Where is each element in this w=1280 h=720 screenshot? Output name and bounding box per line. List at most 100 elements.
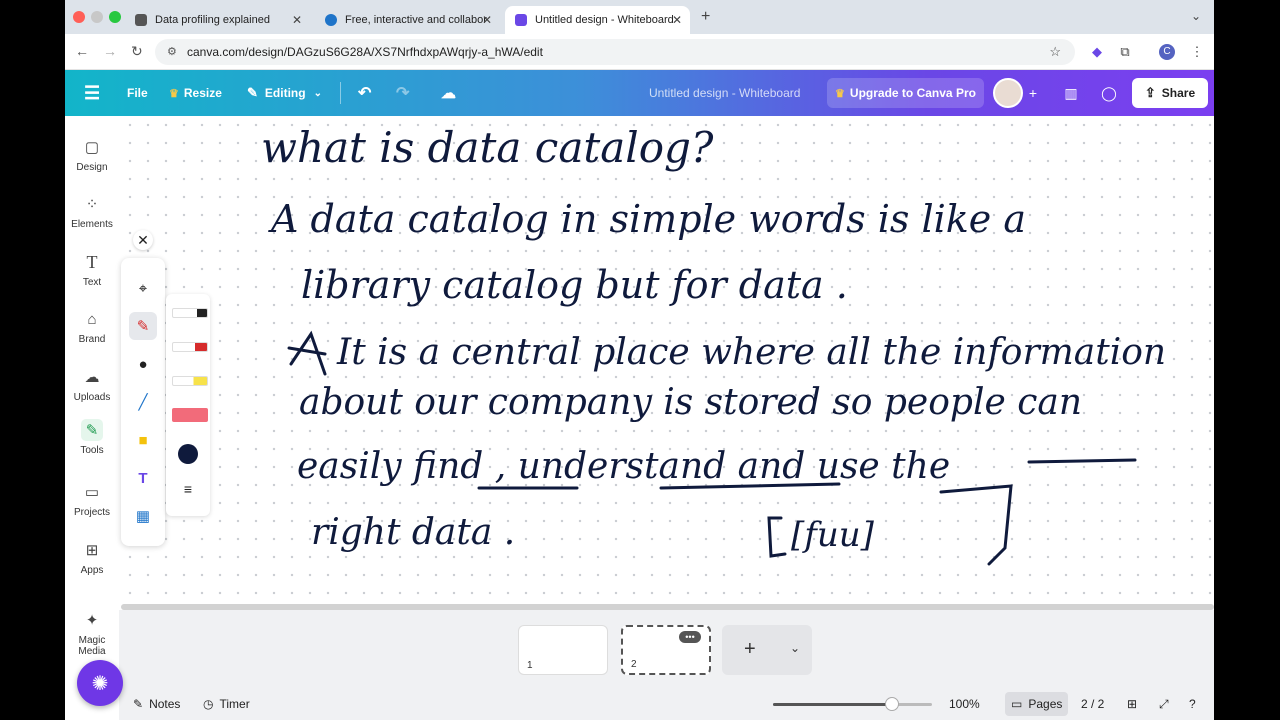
site-info-icon[interactable]: ⚙ <box>167 39 177 65</box>
grid-view-icon[interactable]: ⊞ <box>1127 697 1137 711</box>
close-window-button[interactable] <box>73 11 85 23</box>
zoom-level[interactable]: 100% <box>949 697 980 711</box>
text-tool-icon[interactable]: T <box>129 464 157 492</box>
elements-icon: ⁘ <box>85 196 99 213</box>
tab-untitled-design[interactable]: Untitled design - Whiteboard ✕ <box>505 6 690 34</box>
timer-button[interactable]: ◷ Timer <box>203 697 250 711</box>
insights-chart-icon[interactable]: ▥ <box>1057 80 1085 106</box>
minimize-window-button[interactable] <box>91 11 103 23</box>
extensions-puzzle-icon[interactable]: ⧉ <box>1117 44 1133 60</box>
underline-use <box>1027 458 1137 464</box>
comment-icon[interactable]: ◯ <box>1095 80 1123 106</box>
sidebar-item-elements[interactable]: ⁘ Elements <box>65 193 119 230</box>
tab-list-chevron-icon[interactable]: ⌄ <box>1191 9 1201 23</box>
tab-close-icon[interactable]: ✕ <box>672 13 682 27</box>
pen-tool-icon[interactable]: ✎ <box>129 312 157 340</box>
file-menu[interactable]: File <box>127 70 148 116</box>
sidebar-item-apps[interactable]: ⊞ Apps <box>65 539 119 576</box>
highlighter-swatch[interactable] <box>172 376 208 386</box>
left-letterbox <box>0 0 65 720</box>
extension-icon[interactable]: ◆ <box>1089 44 1105 60</box>
pen-swatch[interactable] <box>172 308 208 318</box>
select-arrow-icon[interactable]: ⌖ <box>129 274 157 302</box>
chevron-down-icon: ⌄ <box>313 87 322 99</box>
right-letterbox <box>1214 0 1280 720</box>
whiteboard-canvas[interactable]: what is data catalog? A data catalog in … <box>121 116 1214 608</box>
add-collaborator-icon[interactable]: + <box>1019 80 1047 106</box>
line-tool-icon[interactable]: ╱ <box>129 388 157 416</box>
stroke-weight-icon[interactable]: ≡ <box>178 482 198 496</box>
star-mark <box>287 330 327 376</box>
page-count: 2 / 2 <box>1081 697 1105 711</box>
shapes-icon[interactable]: ● <box>129 350 157 378</box>
back-arrow-icon[interactable]: ← <box>75 43 89 59</box>
page-thumbnail[interactable]: 1 <box>518 625 608 675</box>
plus-icon: + <box>744 638 756 660</box>
sidebar-item-label: Design <box>76 162 108 173</box>
profile-avatar[interactable]: C <box>1159 44 1175 60</box>
pen-options-panel: ≡ <box>166 294 210 516</box>
pages-icon: ▭ <box>1011 697 1023 711</box>
tab-data-profiling[interactable]: Data profiling explained ✕ <box>125 6 310 34</box>
sidebar-item-uploads[interactable]: ☁ Uploads <box>65 366 119 403</box>
new-tab-button[interactable]: + <box>701 8 710 26</box>
share-label: Share <box>1161 86 1196 100</box>
forward-arrow-icon[interactable]: → <box>103 43 117 59</box>
tab-title: Data profiling explained <box>155 14 270 26</box>
url-field[interactable]: ⚙ canva.com/design/DAGzuS6G28A/XS7Nrfhdx… <box>155 39 1075 65</box>
upgrade-button[interactable]: ♛ Upgrade to Canva Pro <box>827 78 984 108</box>
sidebar-item-brand[interactable]: ⌂ Brand <box>65 308 119 346</box>
page-thumbnail-selected[interactable]: 2 ••• <box>621 625 711 675</box>
sidebar-item-magic-media[interactable]: ✦ Magic Media <box>65 609 119 657</box>
sidebar-item-text[interactable]: T Text <box>65 251 119 289</box>
draw-toolbar: ⌖ ✎ ● ╱ ■ T ▦ <box>121 258 165 546</box>
magic-assistant-button[interactable]: ✺ <box>77 660 123 706</box>
zoom-slider-handle[interactable] <box>885 697 900 711</box>
tab-close-icon[interactable]: ✕ <box>482 13 492 27</box>
share-button[interactable]: ⇪ Share <box>1132 78 1208 108</box>
table-tool-icon[interactable]: ▦ <box>129 502 157 530</box>
doc-title[interactable]: Untitled design - Whiteboard <box>649 70 800 116</box>
reload-icon[interactable]: ↻ <box>131 43 143 60</box>
page-number: 1 <box>527 660 533 671</box>
tab-free-interactive[interactable]: Free, interactive and collabor ✕ <box>315 6 500 34</box>
marker-swatch[interactable] <box>172 342 208 352</box>
undo-icon[interactable]: ↶ <box>358 70 371 116</box>
timer-icon: ◷ <box>203 697 214 711</box>
zoom-slider[interactable] <box>773 697 932 711</box>
tab-title: Free, interactive and collabor <box>345 14 487 26</box>
redo-icon[interactable]: ↷ <box>396 70 409 116</box>
uploads-icon: ☁ <box>84 369 100 386</box>
hamburger-icon[interactable]: ☰ <box>84 70 100 116</box>
eraser-swatch[interactable] <box>172 408 208 422</box>
tab-favicon-icon <box>515 14 527 26</box>
tab-favicon-icon <box>325 14 337 26</box>
add-page-button[interactable]: + ⌄ <box>722 625 812 675</box>
divider <box>340 82 341 104</box>
sidebar-item-projects[interactable]: ▭ Projects <box>65 481 119 518</box>
bookmark-star-icon[interactable]: ☆ <box>1049 39 1061 65</box>
resize-button[interactable]: ♛ Resize <box>169 70 222 116</box>
color-picker[interactable] <box>178 444 198 464</box>
maximize-window-button[interactable] <box>109 11 121 23</box>
browser-menu-icon[interactable]: ⋮ <box>1189 44 1205 60</box>
sidebar-item-tools[interactable]: ✎ Tools <box>65 419 119 456</box>
chevron-down-icon[interactable]: ⌄ <box>790 641 800 655</box>
fullscreen-icon[interactable]: ⤢ <box>1159 697 1169 712</box>
notes-button[interactable]: ✎ Notes <box>133 697 180 711</box>
page-more-icon[interactable]: ••• <box>679 631 701 643</box>
sticky-note-icon[interactable]: ■ <box>129 426 157 454</box>
tab-favicon-icon <box>135 14 147 26</box>
handwritten-line: It is a central place where all the info… <box>336 332 1166 373</box>
editing-mode-button[interactable]: ✎ Editing ⌄ <box>247 70 322 116</box>
close-draw-panel-icon[interactable]: ✕ <box>133 230 153 250</box>
tab-close-icon[interactable]: ✕ <box>292 13 302 27</box>
sidebar-item-design[interactable]: ▢ Design <box>65 136 119 173</box>
cloud-saved-icon[interactable]: ☁ <box>441 70 456 116</box>
sidebar-item-label: Brand <box>78 334 106 345</box>
design-icon: ▢ <box>84 139 100 156</box>
editing-label: Editing <box>264 86 306 100</box>
pencil-icon: ✎ <box>247 85 258 100</box>
help-icon[interactable]: ? <box>1189 697 1196 711</box>
pages-button[interactable]: ▭ Pages <box>1005 692 1069 716</box>
